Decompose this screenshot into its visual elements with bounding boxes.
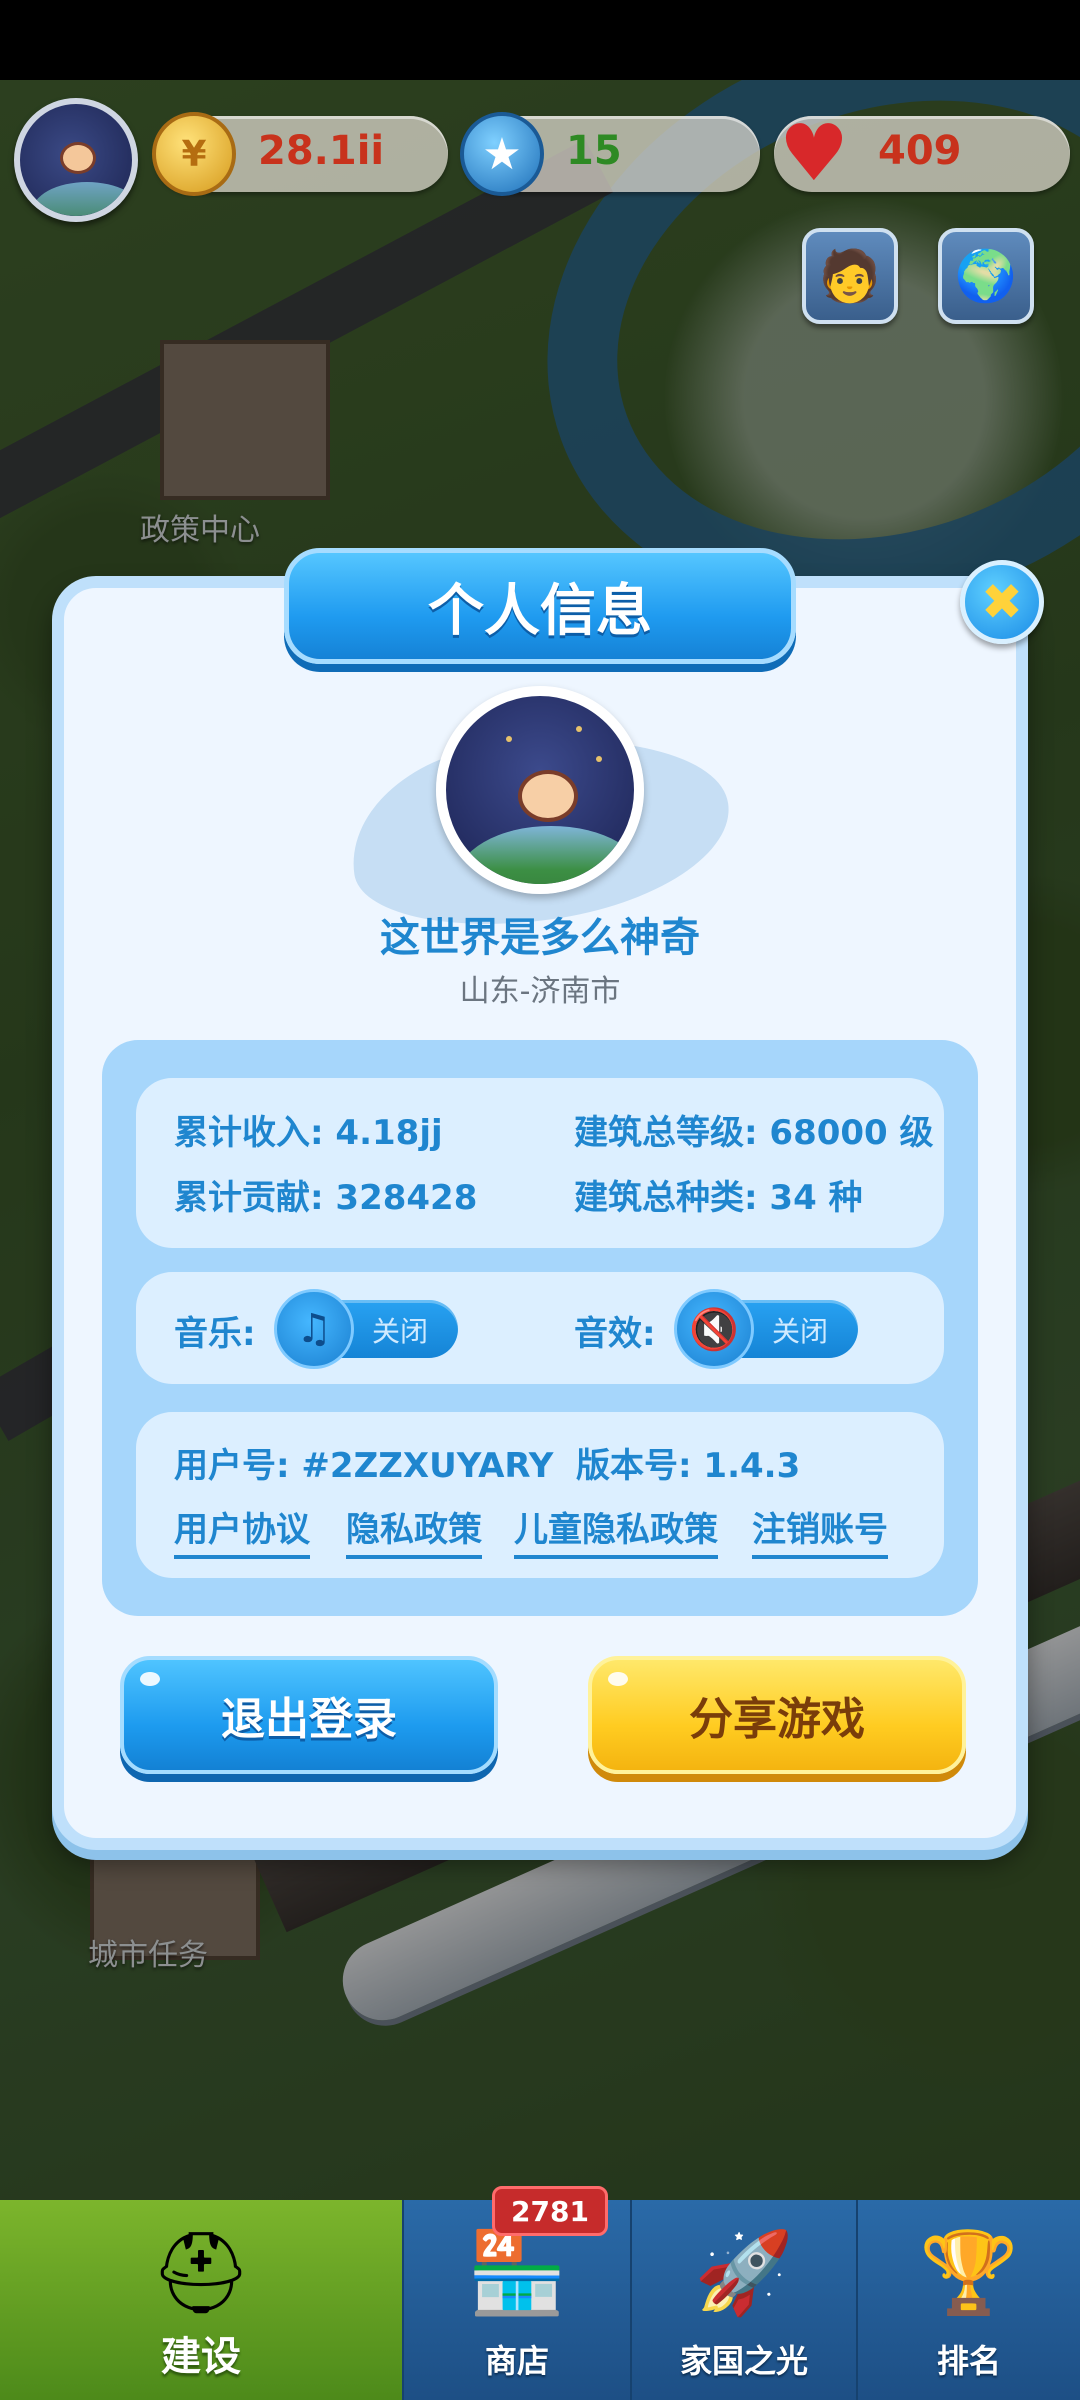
total-building-types: 建筑总种类: 34 种 [574, 1178, 863, 1218]
coin-value: 28.1ii [258, 128, 385, 174]
hardhat-icon: ⛑ [150, 2226, 252, 2319]
coin-counter[interactable]: ¥ 28.1ii [152, 112, 448, 196]
music-toggle[interactable]: ♫ 关闭 [274, 1289, 458, 1369]
heart-value: 409 [878, 128, 962, 174]
share-label: 分享游戏 [689, 1694, 865, 1745]
globe-icon: 🌍 [954, 246, 1018, 305]
close-icon: ✖ [981, 573, 1023, 631]
avatar-figure [518, 770, 578, 822]
nav-tab-build[interactable]: ⛑ 建设 [0, 2200, 402, 2400]
nav-tab-ranking[interactable]: 🏆 排名 [856, 2200, 1080, 2400]
user-agreement-link[interactable]: 用户协议 [174, 1502, 310, 1559]
sound-toggle[interactable]: 🔇 关闭 [674, 1289, 858, 1369]
version-number: 版本号: 1.4.3 [576, 1446, 801, 1486]
star-dot [576, 726, 582, 732]
total-contribution: 累计贡献: 328428 [174, 1178, 478, 1218]
user-id: 用户号: #2ZZXUYARY [174, 1446, 554, 1486]
avatar-planet [456, 826, 634, 884]
status-bar [0, 0, 1080, 80]
world-map-button[interactable]: 🌍 [938, 228, 1034, 324]
nav-tab-national-glory[interactable]: 🚀 家国之光 [630, 2200, 856, 2400]
coin-icon: ¥ [152, 112, 236, 196]
nav-tab-label: 家国之光 [679, 2342, 808, 2380]
close-button[interactable]: ✖ [960, 560, 1044, 644]
rocket-icon: 🚀 [694, 2226, 794, 2319]
star-dot [596, 756, 602, 762]
sound-state: 关闭 [772, 1315, 829, 1348]
privacy-policy-link[interactable]: 隐私政策 [346, 1502, 482, 1559]
heart-counter[interactable]: ♥ 409 [774, 109, 1070, 199]
dialog-title: 个人信息 [284, 548, 796, 664]
music-state: 关闭 [372, 1315, 429, 1348]
character-icon: 🧑 [818, 246, 882, 305]
nav-tab-label: 排名 [936, 2342, 1001, 2380]
profile-avatar[interactable] [436, 686, 644, 894]
shop-badge: 2781 [492, 2186, 608, 2236]
total-building-level: 建筑总等级: 68000 级 [574, 1113, 934, 1153]
button-shine [140, 1672, 160, 1686]
delete-account-link[interactable]: 注销账号 [752, 1502, 888, 1559]
logout-label: 退出登录 [221, 1694, 397, 1745]
avatar-figure [60, 142, 96, 174]
share-game-button[interactable]: 分享游戏 [588, 1656, 966, 1774]
button-shine [608, 1672, 628, 1686]
speaker-mute-icon: 🔇 [674, 1289, 754, 1369]
logout-button[interactable]: 退出登录 [120, 1656, 498, 1774]
event-character-button[interactable]: 🧑 [802, 228, 898, 324]
player-nickname: 这世界是多么神奇 [380, 915, 700, 961]
nav-tab-label: 商店 [484, 2342, 549, 2380]
heart-icon: ♥ [779, 109, 849, 199]
music-label: 音乐: [174, 1314, 256, 1354]
player-location: 山东-济南市 [459, 974, 621, 1009]
nav-tab-label: 建设 [161, 2334, 241, 2380]
child-privacy-policy-link[interactable]: 儿童隐私政策 [514, 1502, 718, 1559]
stats-card [136, 1078, 944, 1248]
sound-label: 音效: [574, 1314, 656, 1354]
trophy-icon: 🏆 [919, 2226, 1019, 2319]
star-dot [506, 736, 512, 742]
star-icon: ★ [460, 112, 544, 196]
total-income: 累计收入: 4.18jj [174, 1113, 443, 1153]
star-counter[interactable]: ★ 15 [460, 112, 760, 196]
music-note-icon: ♫ [274, 1289, 354, 1369]
star-value: 15 [566, 128, 622, 174]
player-avatar[interactable] [14, 98, 138, 222]
